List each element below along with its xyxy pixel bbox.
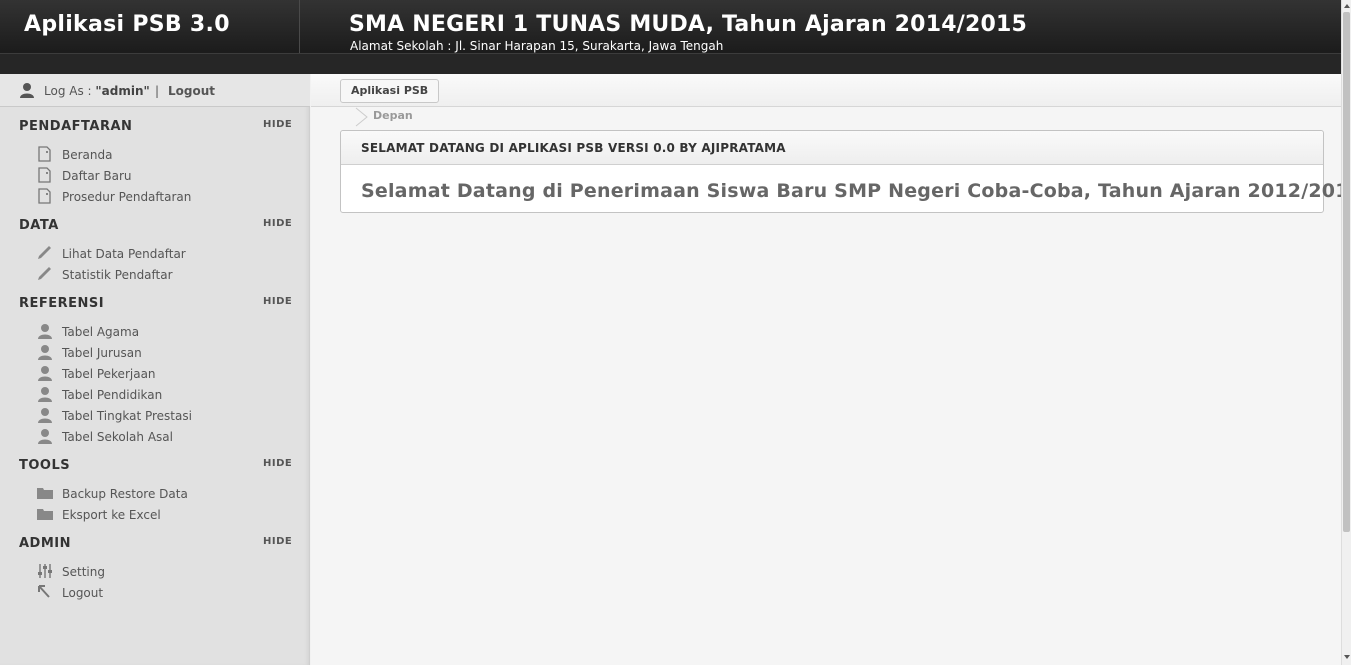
document-add-icon <box>38 146 51 162</box>
user-icon <box>38 366 52 381</box>
section-title-admin: ADMIN <box>19 536 72 551</box>
login-username: "admin" <box>95 84 150 98</box>
scroll-up-arrow-icon[interactable] <box>1344 4 1350 8</box>
sidebar-item-statistik-pendaftar[interactable]: Statistik Pendaftar <box>36 265 296 285</box>
welcome-message: Selamat Datang di Penerimaan Siswa Baru … <box>361 180 1351 202</box>
section-title-pendaftaran: PENDAFTARAN <box>19 119 133 134</box>
sidebar-item-tabel-tingkat-prestasi[interactable]: Tabel Tingkat Prestasi <box>36 406 296 426</box>
sidebar-item-eksport-ke-excel[interactable]: Eksport ke Excel <box>36 505 296 525</box>
main-content: Aplikasi PSB Depan SELAMAT DATANG DI APL… <box>311 74 1351 665</box>
user-bar: Log As : "admin" | Logout <box>0 74 310 107</box>
app-brand-title[interactable]: Aplikasi PSB 3.0 <box>24 12 230 37</box>
sidebar-item-label: Backup Restore Data <box>62 487 188 501</box>
sidebar-item-label: Beranda <box>62 148 113 162</box>
sliders-icon <box>38 564 52 578</box>
user-icon <box>38 345 52 360</box>
sidebar-item-label: Eksport ke Excel <box>62 508 161 522</box>
arrow-back-icon <box>38 585 50 598</box>
sidebar-item-backup-restore-data[interactable]: Backup Restore Data <box>36 484 296 504</box>
sidebar-item-beranda[interactable]: Beranda <box>36 145 296 165</box>
welcome-panel-title: SELAMAT DATANG DI APLIKASI PSB VERSI 0.0… <box>361 141 786 155</box>
hide-referensi-button[interactable]: HIDE <box>263 296 292 307</box>
user-icon <box>38 324 52 339</box>
login-prefix: Log As : <box>44 84 96 98</box>
section-title-referensi: REFERENSI <box>19 296 105 311</box>
breadcrumb-chevron-icon <box>355 107 368 127</box>
sidebar-item-label: Prosedur Pendaftaran <box>62 190 192 204</box>
user-icon <box>38 429 52 444</box>
welcome-panel-header: SELAMAT DATANG DI APLIKASI PSB VERSI 0.0… <box>341 131 1323 165</box>
sidebar-item-label: Lihat Data Pendaftar <box>62 247 186 261</box>
hide-admin-button[interactable]: HIDE <box>263 536 292 547</box>
sidebar-item-tabel-jurusan[interactable]: Tabel Jurusan <box>36 343 296 363</box>
sidebar-item-label: Statistik Pendaftar <box>62 268 173 282</box>
user-icon <box>20 83 34 98</box>
hide-data-button[interactable]: HIDE <box>263 218 292 229</box>
pencil-icon <box>38 246 51 259</box>
sidebar-item-lihat-data-pendaftar[interactable]: Lihat Data Pendaftar <box>36 244 296 264</box>
sidebar-item-label: Tabel Sekolah Asal <box>62 430 173 444</box>
sidebar: Log As : "admin" | Logout PENDAFTARAN HI… <box>0 74 310 665</box>
sidebar-item-label: Tabel Jurusan <box>62 346 142 360</box>
login-status: Log As : "admin" <box>44 84 150 98</box>
folder-icon <box>37 488 53 499</box>
main-tab-strip: Aplikasi PSB <box>311 74 1341 107</box>
sidebar-item-logout[interactable]: Logout <box>36 583 296 603</box>
pencil-icon <box>38 267 51 280</box>
brand-block: Aplikasi PSB 3.0 <box>0 0 300 53</box>
school-address: Alamat Sekolah : Jl. Sinar Harapan 15, S… <box>350 39 724 53</box>
school-title: SMA NEGERI 1 TUNAS MUDA, Tahun Ajaran 20… <box>349 12 1027 37</box>
sidebar-item-label: Logout <box>62 586 104 600</box>
top-header: Aplikasi PSB 3.0 SMA NEGERI 1 TUNAS MUDA… <box>0 0 1341 74</box>
sidebar-item-label: Tabel Tingkat Prestasi <box>62 409 192 423</box>
hide-pendaftaran-button[interactable]: HIDE <box>263 119 292 130</box>
tab-aplikasi-psb[interactable]: Aplikasi PSB <box>340 79 440 103</box>
hide-tools-button[interactable]: HIDE <box>263 458 292 469</box>
user-icon <box>38 408 52 423</box>
userbar-separator: | <box>155 84 160 98</box>
welcome-panel: SELAMAT DATANG DI APLIKASI PSB VERSI 0.0… <box>340 130 1351 213</box>
sidebar-item-label: Daftar Baru <box>62 169 132 183</box>
document-add-icon <box>38 188 51 204</box>
sidebar-item-label: Tabel Pekerjaan <box>62 367 156 381</box>
sidebar-item-label: Tabel Agama <box>62 325 140 339</box>
sidebar-item-tabel-pekerjaan[interactable]: Tabel Pekerjaan <box>36 364 296 384</box>
user-icon <box>38 387 52 402</box>
section-title-data: DATA <box>19 218 59 233</box>
sidebar-item-label: Setting <box>62 565 105 579</box>
userbar-logout-link[interactable]: Logout <box>168 84 215 98</box>
folder-icon <box>37 509 53 520</box>
header-subbar <box>0 53 1341 74</box>
scrollbar-thumb[interactable] <box>1343 12 1350 532</box>
sidebar-item-tabel-sekolah-asal[interactable]: Tabel Sekolah Asal <box>36 427 296 447</box>
sidebar-item-daftar-baru[interactable]: Daftar Baru <box>36 166 296 186</box>
sidebar-item-setting[interactable]: Setting <box>36 562 296 582</box>
sidebar-item-prosedur-pendaftaran[interactable]: Prosedur Pendaftaran <box>36 187 296 207</box>
sidebar-item-label: Tabel Pendidikan <box>62 388 163 402</box>
scroll-down-arrow-icon[interactable] <box>1344 655 1350 659</box>
document-add-icon <box>38 167 51 183</box>
breadcrumb-item-depan[interactable]: Depan <box>373 109 413 122</box>
vertical-scrollbar[interactable] <box>1341 0 1351 665</box>
sidebar-item-tabel-agama[interactable]: Tabel Agama <box>36 322 296 342</box>
sidebar-item-tabel-pendidikan[interactable]: Tabel Pendidikan <box>36 385 296 405</box>
section-title-tools: TOOLS <box>19 458 71 473</box>
